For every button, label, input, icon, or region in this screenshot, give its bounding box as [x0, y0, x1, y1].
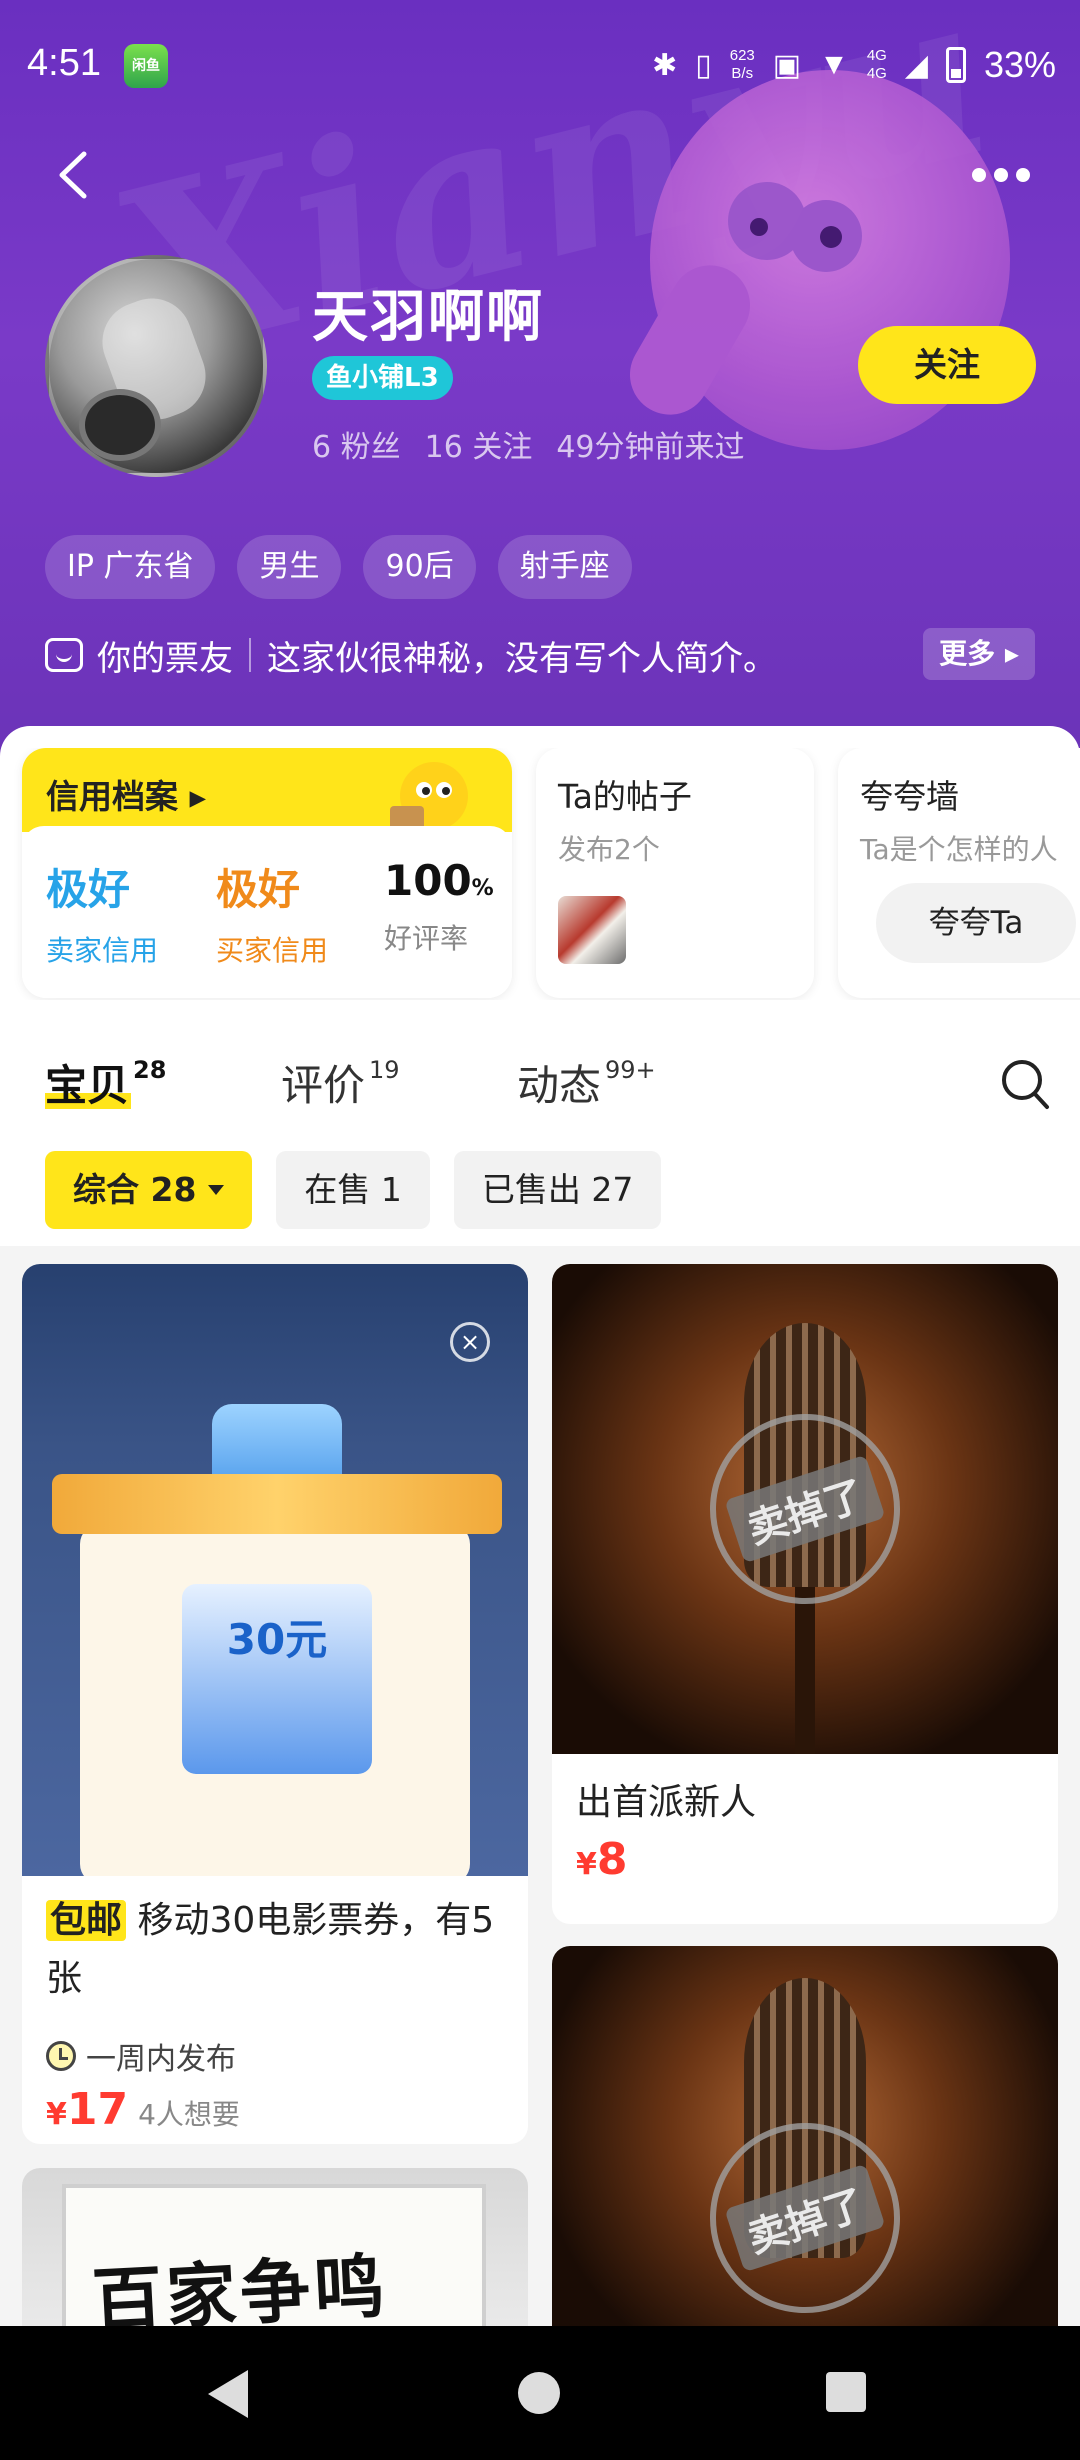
bio-row: 你的票友 这家伙很神秘，没有写个人简介。 更多 ▸ [45, 626, 1035, 684]
item-card[interactable]: 卖掉了 [552, 1946, 1058, 2346]
bio-prefix: 你的票友 [97, 638, 233, 679]
tab-items[interactable]: 宝贝 28 [45, 1052, 166, 1113]
want-count: 4人想要 [138, 2098, 240, 2131]
item-price: ¥8 [576, 1834, 628, 1885]
item-grid: 30元 × 包邮 移动30电影票券，有5张 一周内发布 ¥17 4人想要 卖掉了 … [0, 1246, 1080, 2368]
net-speed: 623 B/s [729, 47, 755, 82]
avatar[interactable] [45, 255, 267, 477]
app-notification-icon: 闲鱼 [124, 44, 168, 88]
profile-card-icon [45, 638, 83, 672]
item-image: 卖掉了 [552, 1946, 1058, 2346]
item-title: 出首派新人 [576, 1782, 757, 1823]
filter-chips: 综合 28 在售 1 已售出 27 [45, 1151, 662, 1229]
rating-value: 100 [384, 856, 472, 905]
signal-label: 4G 4G [866, 47, 887, 82]
filter-sold[interactable]: 已售出 27 [453, 1151, 662, 1229]
bio-more-button[interactable]: 更多 ▸ [923, 628, 1035, 680]
item-title: 包邮 移动30电影票券，有5张 [46, 1900, 495, 1999]
content-tabs: 宝贝 28 评价 19 动态 99+ [45, 1052, 1045, 1122]
rating-unit: % [471, 876, 494, 901]
back-arrow-icon [59, 151, 87, 199]
buyer-credit-label: 买家信用 [216, 934, 329, 967]
status-time: 4:51 [27, 42, 101, 84]
tag-zodiac: 射手座 [497, 535, 632, 599]
shop-level-badge[interactable]: 鱼小铺L3 [312, 356, 453, 400]
item-price: ¥17 4人想要 [46, 2084, 240, 2135]
search-icon[interactable] [1000, 1058, 1050, 1110]
follow-button[interactable]: 关注 [858, 326, 1036, 404]
credit-title: 信用档案 [46, 777, 178, 816]
profile-header: Xianyu 4:51 闲鱼 ✱ ▯ 623 B/s ▣ ▼ 4G 4G ◢ 33%… [0, 0, 1080, 760]
status-bar: 4:51 闲鱼 ✱ ▯ 623 B/s ▣ ▼ 4G 4G ◢ 33% [0, 0, 1080, 136]
tab-activity[interactable]: 动态 99+ [517, 1052, 656, 1113]
last-seen: 49分钟前来过 [556, 430, 745, 465]
rating-label: 好评率 [384, 922, 469, 955]
fans-count[interactable]: 6 粉丝 [312, 422, 401, 466]
sold-stamp: 卖掉了 [685, 1389, 925, 1629]
back-button[interactable] [48, 148, 102, 202]
nav-back-icon[interactable] [208, 2370, 248, 2418]
praise-button[interactable]: 夸夸Ta [876, 883, 1076, 963]
sim-icon: ▣ [772, 48, 802, 82]
nav-recents-icon[interactable] [826, 2372, 866, 2412]
filter-on-sale[interactable]: 在售 1 [276, 1151, 430, 1229]
tag-gender: 男生 [237, 535, 342, 599]
tag-ip: IP 广东省 [45, 535, 216, 599]
username: 天羽啊啊 [312, 285, 544, 350]
bio-text: 这家伙很神秘，没有写个人简介。 [267, 638, 777, 679]
item-image: 卖掉了 [552, 1264, 1058, 1754]
signal-icon: ◢ [904, 48, 928, 82]
battery-level: 33% [983, 44, 1056, 85]
following-count[interactable]: 16 关注 [425, 422, 533, 466]
nav-home-icon[interactable] [518, 2372, 560, 2414]
info-cards: 信用档案 ▸ 极好 卖家信用 极好 买家信用 100% 好评率 Ta的帖子 发布… [0, 748, 1080, 1000]
profile-stats: 6 粉丝 16 关注 49分钟前来过 [312, 422, 745, 466]
tag-generation: 90后 [363, 535, 476, 599]
posts-card[interactable]: Ta的帖子 发布2个 [536, 748, 814, 998]
coupon-amount: 30元 [226, 1615, 328, 1664]
posts-title: Ta的帖子 [558, 777, 692, 816]
caret-down-icon [208, 1185, 225, 1195]
item-image: 30元 × [22, 1264, 528, 1876]
divider [249, 638, 251, 672]
item-time-tag: 一周内发布 [46, 2034, 236, 2078]
vibrate-icon: ▯ [695, 48, 712, 82]
bluetooth-icon: ✱ [652, 48, 678, 82]
system-navigation-bar [0, 2326, 1080, 2460]
praise-title: 夸夸墙 [860, 777, 959, 816]
posts-subtitle: 发布2个 [558, 833, 660, 866]
praise-wall-card[interactable]: 夸夸墙 Ta是个怎样的人 夸夸Ta [838, 748, 1080, 998]
seller-credit-value: 极好 [46, 865, 131, 914]
free-shipping-badge: 包邮 [46, 1900, 127, 1941]
profile-tags: IP 广东省 男生 90后 射手座 [45, 535, 632, 599]
wifi-icon: ▼ [819, 48, 849, 81]
more-options-button[interactable] [972, 160, 1042, 190]
item-card[interactable]: 卖掉了 出首派新人 ¥8 [552, 1264, 1058, 1924]
item-card[interactable]: 30元 × 包邮 移动30电影票券，有5张 一周内发布 ¥17 4人想要 [22, 1264, 528, 2144]
credit-card[interactable]: 信用档案 ▸ 极好 卖家信用 极好 买家信用 100% 好评率 [22, 748, 512, 998]
filter-all[interactable]: 综合 28 [45, 1151, 253, 1229]
sold-stamp: 卖掉了 [685, 2098, 925, 2338]
tab-reviews[interactable]: 评价 19 [281, 1052, 400, 1113]
battery-icon [945, 47, 966, 83]
buyer-credit-value: 极好 [216, 865, 301, 914]
seller-credit-label: 卖家信用 [46, 934, 159, 967]
close-icon: × [450, 1322, 490, 1362]
praise-subtitle: Ta是个怎样的人 [860, 833, 1058, 866]
post-thumbnail[interactable] [558, 896, 626, 964]
clock-icon [46, 2041, 76, 2071]
